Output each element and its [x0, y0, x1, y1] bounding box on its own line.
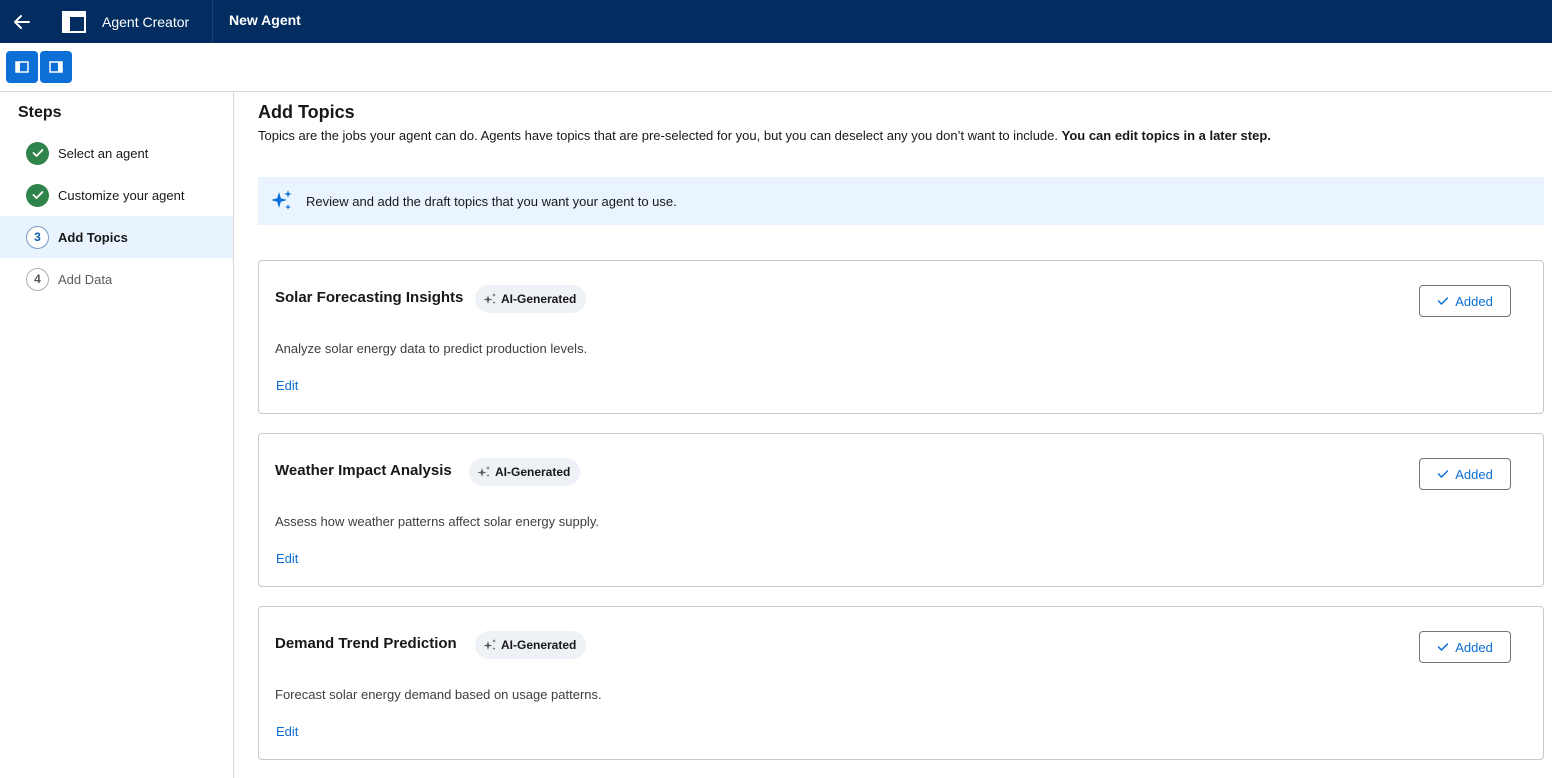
badge-label: AI-Generated — [501, 638, 577, 652]
right-panel-toggle-icon — [49, 61, 63, 73]
added-button[interactable]: Added — [1419, 285, 1511, 317]
check-icon — [26, 141, 49, 165]
main-content: Add Topics Topics are the jobs your agen… — [234, 92, 1552, 778]
section-description: Topics are the jobs your agent can do. A… — [258, 128, 1271, 143]
check-icon — [1437, 297, 1449, 305]
steps-title: Steps — [18, 104, 62, 121]
badge-label: AI-Generated — [495, 465, 571, 479]
topic-description: Forecast solar energy demand based on us… — [275, 687, 602, 702]
ai-generated-badge: AI-Generated — [475, 285, 587, 313]
added-button-label: Added — [1455, 466, 1493, 482]
topic-description: Assess how weather patterns affect solar… — [275, 514, 599, 529]
check-icon — [26, 183, 49, 207]
topic-card: Solar Forecasting Insights AI-Generated … — [258, 260, 1544, 414]
edit-link[interactable]: Edit — [276, 724, 298, 739]
info-banner: Review and add the draft topics that you… — [258, 177, 1544, 225]
topic-title: Solar Forecasting Insights — [275, 289, 464, 306]
check-icon — [1437, 643, 1449, 651]
info-text: Review and add the draft topics that you… — [306, 193, 677, 209]
app-name: Agent Creator — [102, 13, 190, 30]
ai-generated-badge: AI-Generated — [475, 631, 587, 659]
ai-generated-badge: AI-Generated — [469, 458, 581, 486]
toggle-right-panel-button[interactable] — [40, 51, 72, 83]
topic-description: Analyze solar energy data to predict pro… — [275, 341, 588, 356]
added-button[interactable]: Added — [1419, 458, 1511, 490]
description-bold-text: You can edit topics in a later step. — [1061, 128, 1271, 143]
edit-link[interactable]: Edit — [276, 378, 298, 393]
description-text: Topics are the jobs your agent can do. A… — [258, 128, 1058, 143]
added-button-label: Added — [1455, 293, 1493, 309]
added-button[interactable]: Added — [1419, 631, 1511, 663]
sparkles-icon — [483, 293, 496, 305]
sparkles-icon — [477, 466, 490, 478]
topic-title: Weather Impact Analysis — [275, 462, 452, 479]
topic-title: Demand Trend Prediction — [275, 635, 457, 652]
step-select-agent[interactable]: Select an agent — [0, 132, 233, 174]
back-button[interactable] — [0, 0, 44, 43]
check-icon — [1437, 470, 1449, 478]
layout-icon — [62, 10, 86, 33]
steps-sidebar: Steps Select an agent Customize your age… — [0, 92, 234, 778]
page-title: New Agent — [229, 12, 301, 28]
step-add-data[interactable]: 4 Add Data — [0, 258, 233, 300]
step-label: Add Data — [58, 271, 113, 287]
step-label: Add Topics — [58, 229, 128, 245]
step-label: Select an agent — [58, 145, 149, 161]
toggle-left-panel-button[interactable] — [6, 51, 38, 83]
left-panel-toggle-icon — [15, 61, 29, 73]
topic-card: Demand Trend Prediction AI-Generated For… — [258, 606, 1544, 760]
section-title: Add Topics — [258, 102, 355, 122]
sparkles-icon — [271, 190, 292, 210]
edit-link[interactable]: Edit — [276, 551, 298, 566]
step-customize-agent[interactable]: Customize your agent — [0, 174, 233, 216]
step-add-topics[interactable]: 3 Add Topics — [0, 216, 233, 258]
step-label: Customize your agent — [58, 187, 185, 203]
arrow-left-icon — [14, 14, 30, 29]
header-divider — [212, 0, 213, 43]
badge-label: AI-Generated — [501, 292, 577, 306]
topic-card: Weather Impact Analysis AI-Generated Ass… — [258, 433, 1544, 587]
panel-toolbar — [0, 43, 1552, 92]
step-number: 3 — [26, 225, 49, 249]
sparkles-icon — [483, 639, 496, 651]
step-number: 4 — [26, 267, 49, 291]
global-header: Agent Creator New Agent — [0, 0, 1552, 43]
added-button-label: Added — [1455, 639, 1493, 655]
